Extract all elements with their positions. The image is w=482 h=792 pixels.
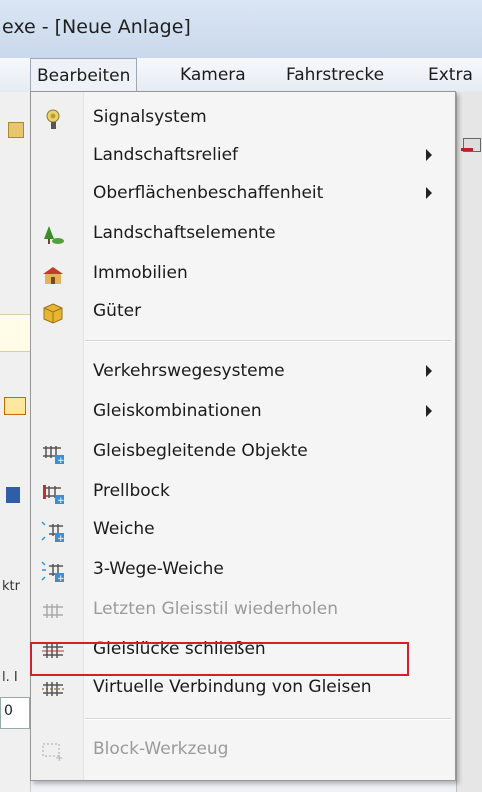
svg-text:+: +: [57, 534, 65, 543]
menu-separator: [85, 340, 451, 342]
three-way-switch-icon: +: [41, 559, 65, 584]
menu-item-gueter[interactable]: Güter: [31, 294, 455, 332]
menu-item-oberflaechenbeschaffenheit[interactable]: Oberflächenbeschaffenheit: [31, 176, 455, 214]
menu-item-gleisbegleitende-objekte[interactable]: + Gleisbegleitende Objekte: [31, 434, 455, 472]
menu-extra[interactable]: Extra: [428, 58, 473, 92]
viewport-edge: [456, 92, 482, 792]
annotation-highlight-box: [30, 642, 409, 676]
edit-dropdown-menu: Signalsystem Landschaftsrelief Oberfläch…: [30, 91, 456, 781]
menu-bar: Bearbeiten Kamera Fahrstrecke Extra: [0, 58, 482, 93]
signal-icon: [41, 107, 65, 131]
menu-item-label: Landschaftselemente: [93, 223, 276, 243]
menu-item-label: 3-Wege-Weiche: [93, 559, 224, 579]
menu-item-landschaftselemente[interactable]: Landschaftselemente: [31, 216, 455, 254]
menu-fahrstrecke[interactable]: Fahrstrecke: [286, 58, 384, 92]
menu-item-3-wege-weiche[interactable]: + 3-Wege-Weiche: [31, 552, 455, 590]
menu-kamera[interactable]: Kamera: [180, 58, 246, 92]
menu-item-label: Prellbock: [93, 481, 170, 501]
title-bar: exe - [Neue Anlage]: [0, 0, 482, 58]
menu-item-landschaftsrelief[interactable]: Landschaftsrelief: [31, 138, 455, 176]
menu-item-label: Gleisbegleitende Objekte: [93, 441, 308, 461]
left-label: ktr: [2, 579, 20, 594]
svg-text:+: +: [55, 753, 63, 763]
menu-item-label: Virtuelle Verbindung von Gleisen: [93, 677, 372, 697]
repeat-track-icon: [41, 599, 65, 623]
submenu-arrow-icon: [426, 365, 432, 377]
submenu-arrow-icon: [426, 149, 432, 161]
house-icon: [41, 263, 65, 287]
menu-item-verkehrswegesysteme[interactable]: Verkehrswegesysteme: [31, 354, 455, 392]
menu-item-letzten-gleisstil-wiederholen[interactable]: Letzten Gleisstil wiederholen: [31, 592, 455, 630]
menu-item-label: Landschaftsrelief: [93, 145, 239, 165]
menu-item-label: Signalsystem: [93, 107, 207, 127]
menu-item-label: Güter: [93, 301, 142, 321]
left-input[interactable]: 0: [0, 697, 30, 729]
menu-item-gleiskombinationen[interactable]: Gleiskombinationen: [31, 394, 455, 432]
menu-item-block-werkzeug[interactable]: + Block-Werkzeug: [31, 732, 455, 770]
menu-item-label: Gleiskombinationen: [93, 401, 262, 421]
menu-bearbeiten[interactable]: Bearbeiten: [30, 58, 138, 92]
red-marker-icon: [461, 148, 473, 151]
info-icon[interactable]: [6, 487, 20, 503]
submenu-arrow-icon: [426, 187, 432, 199]
menu-item-immobilien[interactable]: Immobilien: [31, 256, 455, 294]
menu-item-label: Verkehrswegesysteme: [93, 361, 285, 381]
track-objects-icon: +: [41, 441, 65, 466]
menu-item-label: Letzten Gleisstil wiederholen: [93, 599, 338, 619]
svg-text:+: +: [57, 574, 65, 583]
switch-icon: +: [41, 519, 65, 544]
left-label-2: l. I: [2, 670, 18, 685]
block-tool-icon: +: [41, 739, 65, 764]
svg-text:+: +: [57, 456, 65, 465]
submenu-arrow-icon: [426, 405, 432, 417]
menu-item-weiche[interactable]: + Weiche: [31, 512, 455, 550]
warning-icon[interactable]: [4, 397, 26, 415]
left-panel-box: [0, 314, 30, 352]
window-title: exe - [Neue Anlage]: [2, 16, 191, 38]
buffer-stop-icon: +: [41, 481, 65, 506]
left-panel: ktr l. I 0: [0, 92, 31, 792]
folder-icon[interactable]: [8, 122, 24, 138]
cargo-box-icon: [41, 301, 65, 325]
menu-item-label: Immobilien: [93, 263, 188, 283]
svg-text:+: +: [57, 496, 65, 505]
tree-icon: [41, 223, 65, 247]
menu-item-prellbock[interactable]: + Prellbock: [31, 474, 455, 512]
menu-item-label: Block-Werkzeug: [93, 739, 229, 759]
menu-item-label: Oberflächenbeschaffenheit: [93, 183, 324, 203]
menu-separator: [85, 718, 451, 720]
menu-item-label: Weiche: [93, 519, 155, 539]
virtual-link-icon: [41, 677, 65, 701]
menu-item-signalsystem[interactable]: Signalsystem: [31, 100, 455, 138]
left-input-value: 0: [4, 703, 13, 719]
